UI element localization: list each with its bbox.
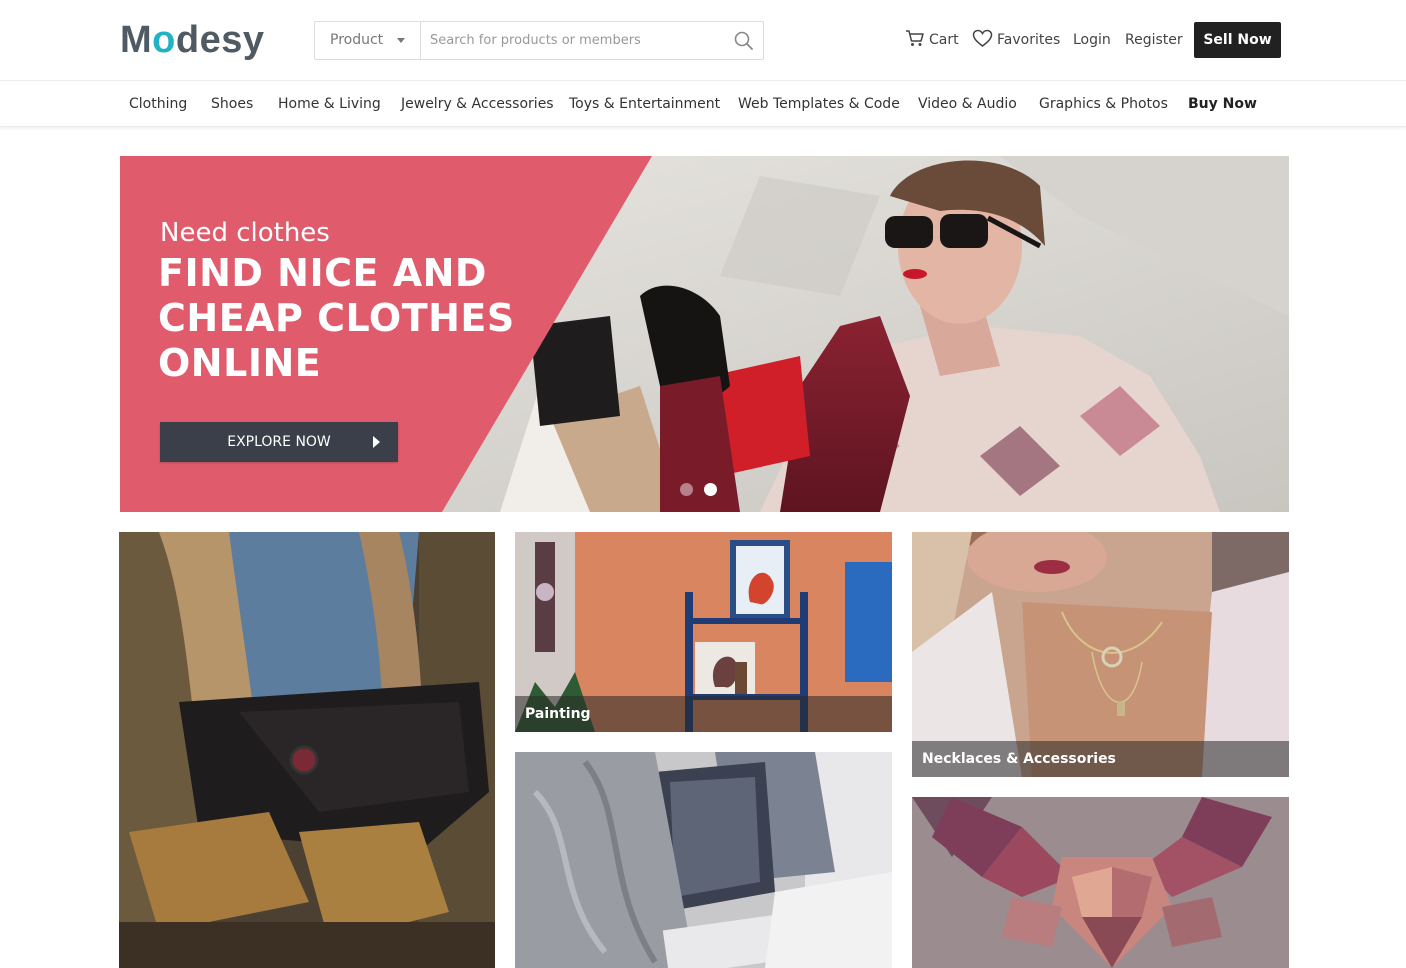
tile-label-necklaces: Necklaces & Accessories (912, 741, 1289, 777)
category-jewelry-accessories[interactable]: Jewelry & Accessories (401, 94, 554, 114)
category-tile-necklaces[interactable]: Necklaces & Accessories (912, 532, 1289, 777)
hero-carousel: Need clothes FIND NICE AND CHEAP CLOTHES… (120, 156, 1289, 512)
sell-now-button[interactable]: Sell Now (1194, 22, 1281, 58)
tile-label-painting: Painting (515, 696, 892, 732)
category-web-templates-code[interactable]: Web Templates & Code (738, 94, 900, 114)
search-input[interactable] (422, 22, 727, 59)
cart-link[interactable]: Cart (905, 29, 959, 51)
category-shoes[interactable]: Shoes (211, 94, 253, 114)
category-tile-graphics[interactable] (912, 797, 1289, 968)
cart-label: Cart (929, 32, 959, 48)
search-icon[interactable] (733, 30, 755, 52)
favorites-link[interactable]: Favorites (972, 29, 1060, 51)
category-home-living[interactable]: Home & Living (278, 94, 381, 114)
category-tile-painting[interactable]: Painting (515, 532, 892, 732)
site-header: Modesy Product Cart Favorites Login Regi… (0, 0, 1406, 81)
low-poly-deer-art (912, 797, 1289, 968)
hero-subtitle: Need clothes (160, 218, 330, 248)
logo-text-start: M (120, 19, 153, 61)
carousel-dot-2[interactable] (704, 483, 717, 496)
explore-now-button[interactable]: EXPLORE NOW (160, 422, 398, 462)
register-link[interactable]: Register (1125, 29, 1183, 51)
search-bar: Product (314, 21, 764, 60)
site-logo[interactable]: Modesy (120, 16, 265, 64)
category-toys-entertainment[interactable]: Toys & Entertainment (569, 94, 720, 114)
search-category-value: Product (330, 32, 384, 48)
cart-icon (906, 30, 924, 46)
category-graphics-photos[interactable]: Graphics & Photos (1039, 94, 1168, 114)
blanket-photo (515, 752, 892, 968)
category-clothing[interactable]: Clothing (129, 94, 187, 114)
caret-down-icon (397, 38, 405, 43)
search-category-select[interactable]: Product (315, 22, 421, 59)
logo-text-end: desy (175, 19, 265, 61)
category-nav: Clothing Shoes Home & Living Jewelry & A… (0, 81, 1406, 127)
category-buy-now[interactable]: Buy Now (1188, 94, 1257, 114)
category-tile-home[interactable] (515, 752, 892, 968)
heart-icon (972, 29, 993, 47)
hero-title: FIND NICE AND CHEAP CLOTHES ONLINE (158, 251, 515, 385)
category-video-audio[interactable]: Video & Audio (918, 94, 1017, 114)
favorites-label: Favorites (997, 32, 1061, 48)
play-arrow-icon (373, 436, 380, 448)
boots-photo (119, 532, 495, 968)
carousel-dot-1[interactable] (680, 483, 693, 496)
logo-text-accent: o (152, 19, 176, 61)
login-link[interactable]: Login (1073, 29, 1111, 51)
category-tile-boots[interactable] (119, 532, 495, 968)
explore-now-label: EXPLORE NOW (227, 434, 331, 450)
